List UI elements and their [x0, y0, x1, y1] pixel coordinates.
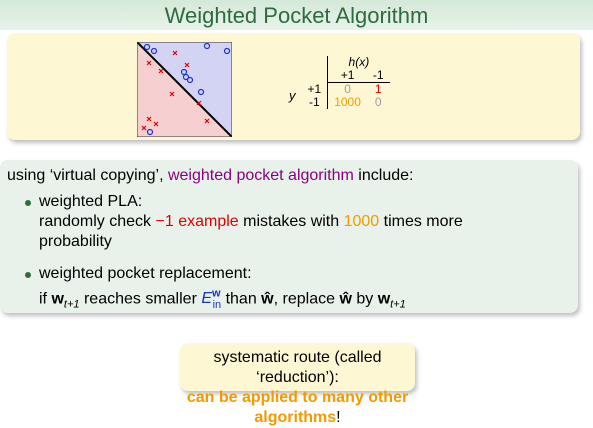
cell-neg-pos: 1000	[334, 95, 361, 109]
bullet-dot-icon	[25, 200, 31, 206]
bullet-weighted-pla: weighted PLA: randomly check −1 example …	[25, 192, 463, 252]
row-header-pos: +1	[301, 82, 329, 96]
conclusion-box: systematic route (called ‘reduction’): c…	[180, 343, 415, 426]
col-header-neg: -1	[366, 69, 390, 83]
conclusion-line1: systematic route (called ‘reduction’):	[213, 349, 382, 386]
cell-pos-pos: 0	[344, 82, 351, 96]
col-header-pos: +1	[327, 69, 367, 83]
conclusion-line2: can be applied to many other algorithms!	[186, 389, 409, 426]
intro-text: using ‘virtual copying’, weighted pocket…	[7, 167, 414, 184]
classification-plot	[137, 42, 232, 137]
cost-matrix: h(x) +1 -1 y +1 0 1 -1 1000 0	[283, 56, 390, 109]
cell-neg-neg: 0	[374, 95, 382, 109]
row-header-neg: -1	[301, 96, 329, 109]
y-label: y	[289, 88, 296, 104]
bullet-dot-icon	[25, 272, 31, 278]
bullet-weighted-pocket: weighted pocket replacement: if wt+1 rea…	[25, 264, 406, 315]
cell-pos-neg: 1	[374, 82, 382, 96]
slide-title: Weighted Pocket Algorithm	[0, 0, 593, 30]
